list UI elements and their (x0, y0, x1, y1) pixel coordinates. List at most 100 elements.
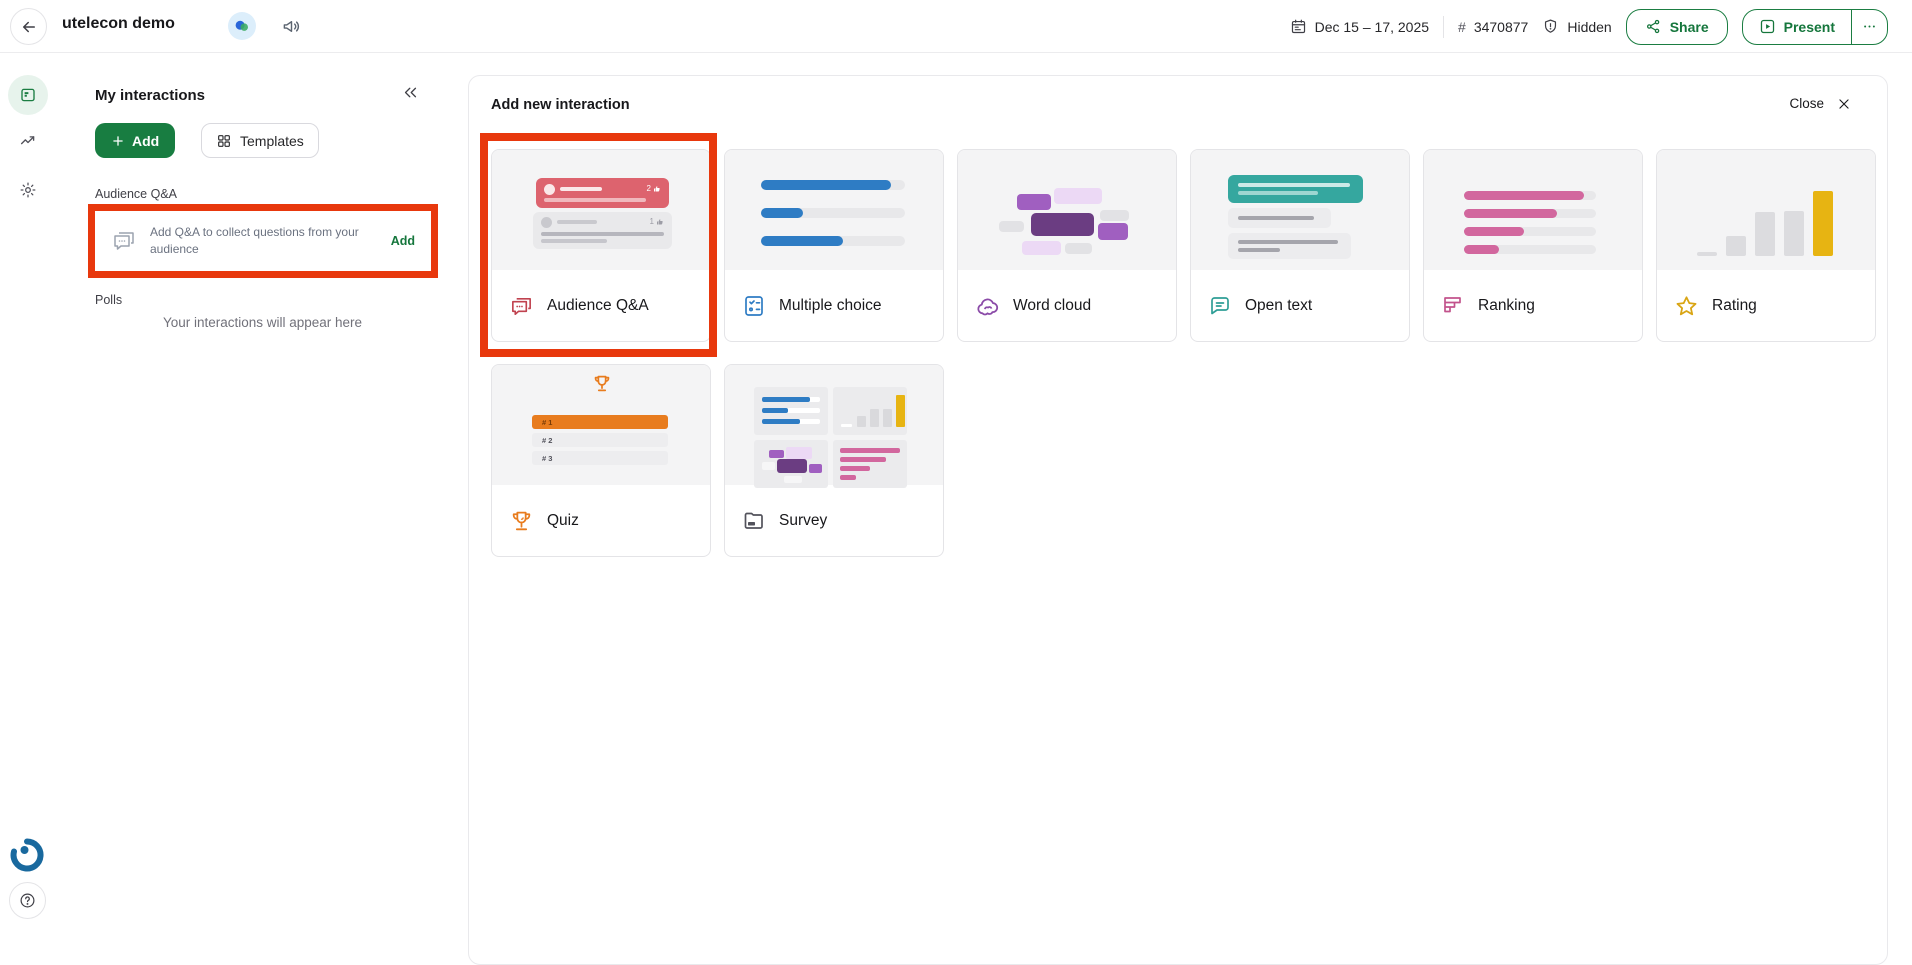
word-cloud-icon (975, 294, 1000, 319)
event-code[interactable]: # 3470877 (1458, 19, 1528, 35)
share-icon (1645, 18, 1662, 35)
trophy-icon (591, 373, 613, 395)
multiple-choice-icon (742, 294, 766, 318)
card-label: Multiple choice (779, 297, 882, 315)
calendar-icon (1290, 18, 1307, 35)
card-label: Rating (1712, 297, 1757, 315)
present-button-group: Present (1742, 9, 1888, 45)
qa-upvote-count-2: 1 (650, 217, 664, 226)
card-label: Open text (1245, 297, 1312, 315)
templates-button[interactable]: Templates (201, 123, 319, 158)
navigation-rail (0, 53, 57, 947)
open-text-icon (1208, 294, 1232, 318)
survey-tile-multiple-choice (754, 387, 828, 435)
rail-item-interactions[interactable] (8, 75, 48, 115)
my-interactions-panel: My interactions Add Templates Audience Q… (57, 53, 468, 947)
quiz-illustration: # 1 # 2 # 3 (492, 365, 710, 485)
card-word-cloud[interactable]: Word cloud (957, 149, 1177, 342)
rail-item-analytics[interactable] (8, 121, 48, 161)
panel-heading: Add new interaction (491, 97, 630, 113)
survey-icon (742, 509, 766, 533)
card-label: Ranking (1478, 297, 1535, 315)
qa-illustration: 2 1 (492, 150, 710, 270)
qa-card-description: Add Q&A to collect questions from your a… (150, 224, 378, 258)
survey-illustration (725, 365, 943, 485)
header-divider (1443, 16, 1444, 38)
chat-bubbles-icon (111, 228, 137, 254)
thumbs-up-icon (656, 218, 664, 226)
qa-question-bar-top: 2 (536, 178, 669, 208)
card-audience-qa[interactable]: 2 1 (491, 149, 711, 342)
grid-icon (216, 133, 232, 149)
event-title: utelecon demo (62, 15, 175, 33)
play-icon (1759, 18, 1776, 35)
gear-icon (19, 181, 37, 199)
present-button[interactable]: Present (1743, 10, 1851, 44)
quiz-rank-2: # 2 (532, 433, 668, 447)
qa-card-add-button[interactable]: Add (391, 234, 415, 248)
qa-upvote-count-1: 2 (647, 184, 661, 193)
present-label: Present (1784, 19, 1835, 35)
interactions-icon (19, 86, 37, 104)
rating-illustration (1657, 150, 1875, 270)
share-label: Share (1670, 19, 1709, 35)
close-panel-button[interactable]: Close (1789, 96, 1851, 111)
announcement-icon[interactable] (282, 17, 301, 36)
quiz-icon (509, 509, 534, 534)
webex-icon (233, 17, 251, 35)
back-arrow-icon (20, 18, 38, 36)
multiple-choice-illustration (725, 150, 943, 270)
slido-logo (10, 838, 44, 872)
present-more-button[interactable] (1851, 10, 1887, 44)
webex-integration-badge[interactable] (228, 12, 256, 40)
close-label: Close (1789, 96, 1824, 111)
help-button[interactable] (9, 882, 46, 919)
templates-button-label: Templates (240, 133, 304, 149)
survey-tile-rating (833, 387, 907, 435)
plus-icon (111, 134, 125, 148)
survey-tile-word-cloud (754, 440, 828, 488)
collapse-panel-button[interactable] (402, 84, 419, 101)
rail-item-settings[interactable] (8, 170, 48, 210)
word-cloud-illustration (958, 150, 1176, 270)
visibility-status[interactable]: Hidden (1542, 18, 1611, 35)
card-label: Audience Q&A (547, 297, 649, 315)
share-button[interactable]: Share (1626, 9, 1728, 45)
card-survey[interactable]: Survey (724, 364, 944, 557)
qa-suggestion-card: Add Q&A to collect questions from your a… (95, 211, 431, 271)
quiz-rank-1: # 1 (532, 415, 668, 429)
ranking-icon (1441, 294, 1465, 318)
polls-empty-state: Your interactions will appear here (57, 315, 468, 330)
date-range-label: Dec 15 – 17, 2025 (1315, 19, 1429, 35)
card-multiple-choice[interactable]: Multiple choice (724, 149, 944, 342)
ranking-illustration (1424, 150, 1642, 270)
qa-question-bar-bottom: 1 (533, 212, 672, 249)
panel-title: My interactions (95, 87, 205, 104)
shield-icon (1542, 18, 1559, 35)
polls-section-label: Polls (95, 293, 122, 307)
add-interaction-panel: Add new interaction Close 2 (468, 75, 1888, 965)
qa-section-label: Audience Q&A (95, 187, 177, 201)
card-quiz[interactable]: # 1 # 2 # 3 Quiz (491, 364, 711, 557)
quiz-rank-3: # 3 (532, 451, 668, 465)
rating-icon (1674, 294, 1699, 319)
close-icon (1837, 97, 1851, 111)
trending-up-icon (19, 132, 37, 150)
card-rating[interactable]: Rating (1656, 149, 1876, 342)
visibility-label: Hidden (1567, 19, 1611, 35)
open-text-illustration (1191, 150, 1409, 270)
add-interaction-button[interactable]: Add (95, 123, 175, 158)
event-dates[interactable]: Dec 15 – 17, 2025 (1290, 18, 1429, 35)
card-label: Quiz (547, 512, 579, 530)
card-ranking[interactable]: Ranking (1423, 149, 1643, 342)
thumbs-up-icon (653, 185, 661, 193)
question-mark-icon (19, 892, 36, 909)
top-header: utelecon demo Dec 15 – 17, 2025 # 347087… (0, 0, 1912, 53)
card-open-text[interactable]: Open text (1190, 149, 1410, 342)
interaction-cards-grid: 2 1 (491, 149, 1876, 557)
add-button-label: Add (132, 133, 159, 149)
hash-icon: # (1458, 19, 1466, 35)
card-label: Word cloud (1013, 297, 1091, 315)
survey-tile-ranking (833, 440, 907, 488)
back-button[interactable] (10, 8, 47, 45)
